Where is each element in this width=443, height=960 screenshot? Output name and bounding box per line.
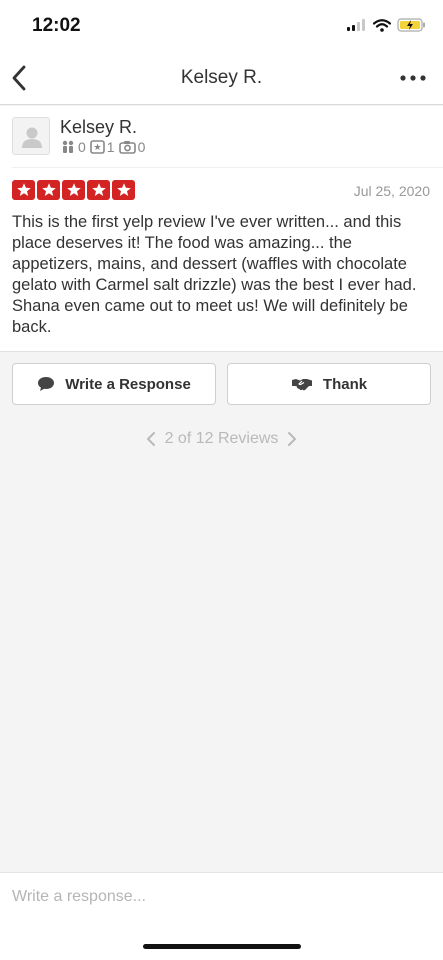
reviews-count: 1 bbox=[106, 139, 115, 155]
star-icon bbox=[12, 180, 35, 200]
response-input[interactable] bbox=[12, 886, 422, 908]
avatar[interactable] bbox=[12, 117, 50, 155]
wifi-icon bbox=[373, 18, 391, 32]
speech-bubble-icon bbox=[38, 377, 55, 391]
author-name[interactable]: Kelsey R. bbox=[60, 117, 137, 138]
handshake-icon bbox=[291, 379, 312, 391]
status-bar: 12:02 bbox=[0, 0, 443, 52]
star-icon bbox=[87, 180, 110, 200]
more-options-button[interactable] bbox=[397, 66, 429, 90]
camera-icon bbox=[118, 141, 136, 154]
review-date: Jul 25, 2020 bbox=[353, 183, 430, 199]
battery-icon bbox=[397, 18, 425, 32]
response-composer bbox=[0, 872, 443, 920]
star-icon bbox=[37, 180, 60, 200]
avatar-placeholder-icon bbox=[22, 127, 42, 148]
review-pager: 2 of 12 Reviews bbox=[0, 430, 443, 448]
home-indicator[interactable] bbox=[143, 944, 301, 949]
pager-label: 2 of 12 Reviews bbox=[164, 430, 279, 447]
friends-stat: 0 bbox=[60, 139, 86, 155]
author-stats: 0 1 0 bbox=[60, 139, 149, 155]
review-count-icon bbox=[89, 140, 105, 154]
thank-button[interactable]: Thank bbox=[227, 363, 431, 405]
home-indicator-area bbox=[0, 920, 443, 960]
review-text: This is the first yelp review I've ever … bbox=[12, 213, 417, 336]
chevron-right-icon[interactable] bbox=[285, 431, 299, 447]
status-icons bbox=[347, 18, 427, 32]
nav-bar: Kelsey R. bbox=[0, 52, 443, 105]
photos-stat: 0 bbox=[118, 139, 146, 155]
write-response-label: Write a Response bbox=[65, 375, 191, 393]
star-icon bbox=[112, 180, 135, 200]
photos-count: 0 bbox=[137, 139, 146, 155]
star-icon bbox=[62, 180, 85, 200]
signal-icon bbox=[347, 19, 365, 31]
more-dots-icon bbox=[400, 75, 426, 81]
status-time: 12:02 bbox=[32, 15, 81, 36]
thank-label: Thank bbox=[322, 375, 368, 393]
star-rating bbox=[12, 180, 135, 200]
review-card: Kelsey R. 0 1 0 Jul 25, 2020 This is the… bbox=[0, 106, 443, 352]
divider bbox=[12, 167, 443, 168]
friends-icon bbox=[62, 140, 74, 153]
chevron-left-icon[interactable] bbox=[144, 431, 158, 447]
reviews-stat: 1 bbox=[89, 139, 115, 155]
friends-count: 0 bbox=[78, 139, 86, 155]
write-response-button[interactable]: Write a Response bbox=[12, 363, 216, 405]
page-title: Kelsey R. bbox=[180, 67, 263, 88]
